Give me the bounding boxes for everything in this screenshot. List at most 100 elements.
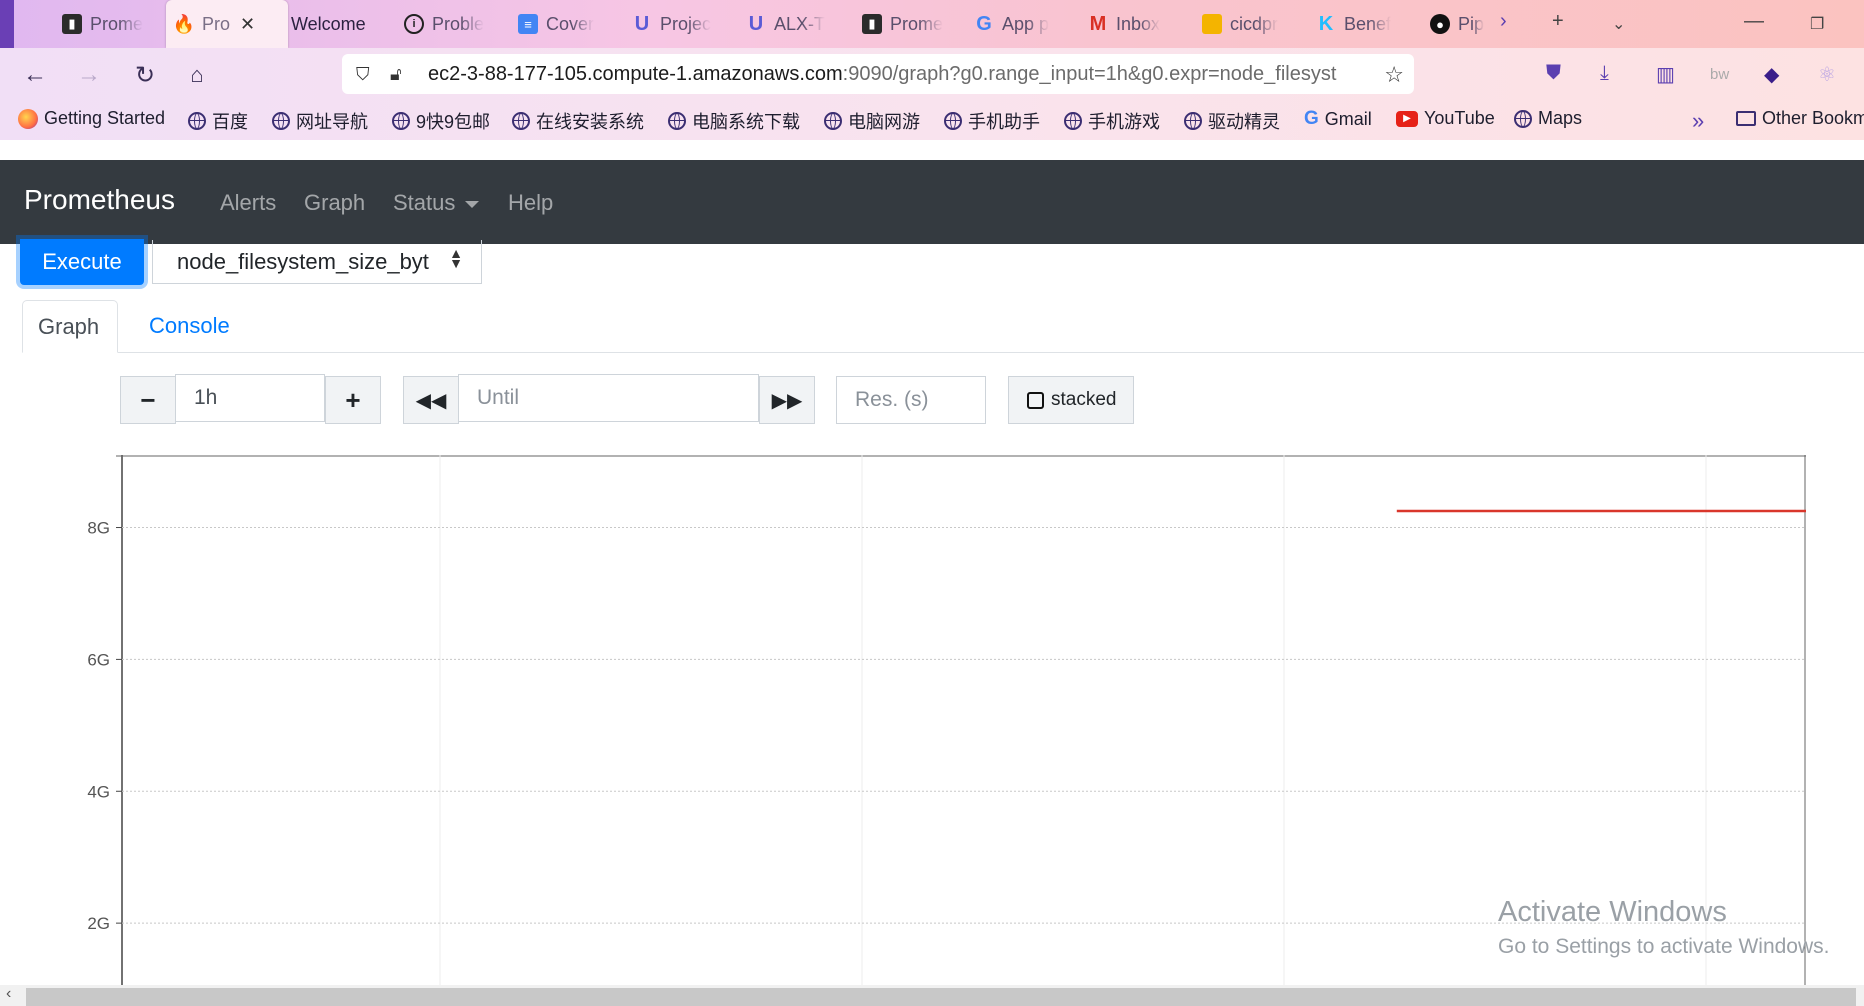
- tab-problems[interactable]: i Proble: [404, 6, 488, 42]
- horizontal-scrollbar[interactable]: ‹: [0, 985, 1864, 1006]
- nav-help[interactable]: Help: [508, 190, 553, 216]
- tab-prometheus-1[interactable]: ▮ Prome: [62, 6, 146, 42]
- tab-cicd[interactable]: cicdpr: [1202, 6, 1286, 42]
- browser-toolbar: ← → ↻ ⌂ ⛉ 🔓︎ ec2-3-88-177-105.compute-1.…: [0, 48, 1864, 100]
- tab-app-passwords[interactable]: G App p: [974, 6, 1058, 42]
- home-icon[interactable]: ⌂: [182, 60, 212, 90]
- bookmark-getting-started[interactable]: Getting Started: [18, 108, 165, 129]
- tab-alx[interactable]: U ALX-T: [746, 6, 832, 42]
- tab-scroll-right-icon[interactable]: ›: [1500, 10, 1507, 33]
- terminal-icon: ▮: [862, 14, 882, 34]
- minus-icon: −: [140, 384, 156, 415]
- caret-down-icon: [465, 200, 480, 208]
- scroll-left-icon[interactable]: ‹: [6, 985, 11, 1003]
- resolution-input[interactable]: Res. (s): [836, 376, 986, 424]
- extension-stack-icon[interactable]: ◆: [1764, 62, 1779, 87]
- back-icon[interactable]: ←: [20, 60, 50, 90]
- bitwarden-icon[interactable]: bw: [1710, 66, 1729, 83]
- range-input[interactable]: 1h: [175, 374, 325, 422]
- navbar-brand[interactable]: Prometheus: [24, 184, 175, 216]
- bookmark-driver-genius[interactable]: 驱动精灵: [1184, 108, 1280, 134]
- bookmark-pc-games[interactable]: 电脑网游: [824, 108, 920, 134]
- forward-icon[interactable]: →: [74, 60, 104, 90]
- minimize-window-icon[interactable]: —: [1744, 10, 1764, 33]
- u-logo-icon: U: [748, 12, 764, 35]
- stacked-toggle-button[interactable]: stacked: [1008, 376, 1134, 424]
- tab-console[interactable]: Console: [134, 300, 245, 352]
- firefox-icon: [18, 108, 38, 129]
- expression-value: node_filesystem_size_byt: [177, 248, 429, 274]
- tab-pipeline[interactable]: ● Pip: [1430, 6, 1492, 42]
- url-bar[interactable]: ⛉ 🔓︎ ec2-3-88-177-105.compute-1.amazonaw…: [342, 54, 1414, 94]
- tab-benefits[interactable]: K Benef: [1316, 6, 1400, 42]
- pocket-icon[interactable]: ⛊: [1546, 62, 1561, 85]
- globe-icon: [1064, 112, 1082, 130]
- bookmarks-bar: Getting Started 百度 网址导航 9快9包邮 在线安装系统 电脑系…: [0, 100, 1864, 141]
- range-decrease-button[interactable]: −: [120, 376, 176, 424]
- terminal-icon: ▮: [62, 14, 82, 34]
- y-tick-label-2: 4G: [87, 782, 110, 801]
- tab-inbox[interactable]: M Inbox: [1088, 6, 1172, 42]
- bookmark-url-nav[interactable]: 网址导航: [272, 108, 368, 134]
- restore-window-icon[interactable]: ❐: [1810, 14, 1824, 34]
- downloads-icon[interactable]: ⤓: [1600, 62, 1609, 85]
- bookmark-phone-games[interactable]: 手机游戏: [1064, 108, 1160, 134]
- execute-button[interactable]: Execute: [20, 239, 144, 285]
- windows-activation-watermark: Activate Windows Go to Settings to activ…: [1498, 896, 1830, 958]
- shield-icon[interactable]: ⛉: [356, 64, 380, 85]
- expression-select[interactable]: node_filesystem_size_byt ▲ ▼: [152, 240, 482, 284]
- url-path: :9090/graph?g0.range_input=1h&g0.expr=no…: [842, 62, 1337, 85]
- bookmark-9kuai[interactable]: 9快9包邮: [392, 108, 490, 134]
- globe-icon: [824, 112, 842, 130]
- tab-scroll-left-button[interactable]: [0, 0, 14, 48]
- tab-cover[interactable]: ≡ Cover: [518, 6, 600, 42]
- bookmark-gmail[interactable]: G Gmail: [1304, 108, 1372, 130]
- range-increase-button[interactable]: +: [325, 376, 381, 424]
- y-tick-label-1: 6G: [87, 650, 110, 669]
- tab-welcome[interactable]: Welcome: [291, 6, 381, 42]
- bookmark-system-download[interactable]: 电脑系统下载: [668, 108, 800, 134]
- tab-prometheus-2[interactable]: ▮ Prome: [862, 6, 946, 42]
- new-tab-icon[interactable]: +: [1552, 10, 1564, 33]
- tab-project[interactable]: U Projec: [632, 6, 718, 42]
- time-forward-button[interactable]: ▶▶: [759, 376, 815, 424]
- nav-graph[interactable]: Graph: [304, 190, 365, 216]
- globe-icon: [188, 112, 206, 130]
- insecure-lock-icon[interactable]: 🔓︎: [390, 64, 414, 85]
- y-tick-label-0: 8G: [87, 519, 110, 538]
- globe-icon: [1514, 109, 1532, 128]
- tab-graph[interactable]: Graph: [22, 300, 118, 353]
- bookmark-baidu[interactable]: 百度: [188, 108, 248, 134]
- sidebar-icon[interactable]: ▥: [1656, 62, 1675, 87]
- react-devtools-icon[interactable]: ⚛: [1818, 62, 1836, 87]
- bookmark-phone-assistant[interactable]: 手机助手: [944, 108, 1040, 134]
- scrollbar-thumb[interactable]: [26, 988, 1856, 1006]
- globe-icon: [392, 112, 410, 130]
- list-all-tabs-icon[interactable]: ⌄: [1612, 14, 1625, 34]
- more-bookmarks-icon[interactable]: »: [1692, 108, 1704, 134]
- until-input[interactable]: Until: [458, 374, 759, 422]
- checkbox-icon: [1027, 391, 1044, 409]
- youtube-icon: ▶: [1396, 110, 1418, 127]
- folder-icon: [1736, 111, 1756, 126]
- kaggle-icon: K: [1318, 12, 1334, 35]
- prometheus-icon: 🔥: [172, 13, 196, 34]
- panel-tabs: Graph Console: [22, 300, 1864, 353]
- other-bookmarks-folder[interactable]: Other Bookm: [1736, 108, 1864, 129]
- bookmark-maps[interactable]: Maps: [1514, 108, 1582, 129]
- bookmark-online-install[interactable]: 在线安装系统: [512, 108, 644, 134]
- close-tab-icon[interactable]: ✕: [240, 14, 255, 35]
- nav-alerts[interactable]: Alerts: [220, 190, 276, 216]
- gmail-icon: M: [1089, 12, 1107, 35]
- google-icon: G: [976, 12, 992, 35]
- reload-icon[interactable]: ↻: [130, 60, 160, 90]
- time-back-button[interactable]: ◀◀: [403, 376, 459, 424]
- bookmark-star-icon[interactable]: ☆: [1384, 62, 1404, 88]
- select-sort-icon: ▲ ▼: [449, 245, 463, 271]
- globe-icon: [668, 112, 686, 130]
- tab-prometheus-active[interactable]: 🔥 Pro ✕: [166, 0, 288, 48]
- bookmark-youtube[interactable]: ▶ YouTube: [1396, 108, 1495, 129]
- globe-icon: [512, 112, 530, 130]
- google-icon: G: [1304, 108, 1319, 129]
- nav-status-dropdown[interactable]: Status: [393, 190, 480, 216]
